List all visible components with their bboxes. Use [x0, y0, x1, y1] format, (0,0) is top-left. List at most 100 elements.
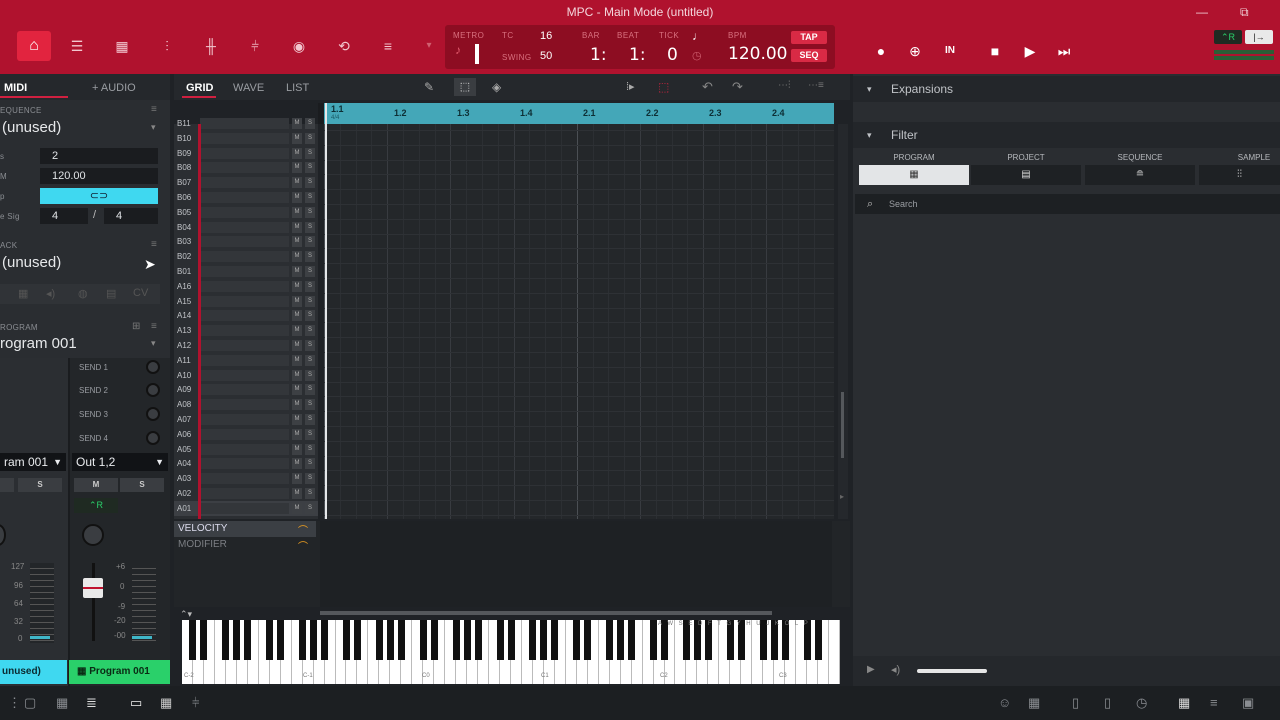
pad-mute-button[interactable]: M — [292, 473, 302, 485]
pad-mute-button[interactable]: M — [292, 221, 302, 233]
swing-value[interactable]: 50 — [540, 50, 552, 62]
automation-read-button[interactable]: ⌃R — [74, 498, 118, 513]
send-3-knob[interactable] — [146, 407, 160, 421]
pad-row[interactable]: A05 M S — [174, 442, 318, 457]
chevron-down-icon[interactable]: ▾ — [418, 36, 440, 56]
pad-bar[interactable] — [200, 280, 289, 292]
piano-black-key[interactable] — [573, 620, 581, 660]
pad-solo-button[interactable]: S — [305, 118, 315, 129]
mixer-icon[interactable]: ⫩ — [244, 36, 266, 56]
pad-solo-button[interactable]: S — [305, 266, 315, 277]
piano-black-key[interactable] — [529, 620, 537, 660]
pad-bar[interactable] — [200, 325, 289, 337]
looper-icon[interactable]: ⟲ — [333, 36, 355, 56]
restore-button[interactable]: ⧉ — [1240, 5, 1249, 20]
pad-solo-button[interactable]: S — [305, 221, 315, 233]
pad-mute-button[interactable]: M — [292, 251, 302, 263]
piano-black-key[interactable] — [540, 620, 548, 660]
automation-curve-icon[interactable]: ⌒ — [298, 538, 308, 553]
pad-solo-button[interactable]: S — [305, 414, 315, 425]
piano-black-key[interactable] — [397, 620, 405, 660]
pad-row[interactable]: A01 M S — [174, 500, 318, 516]
pad-bank-icon[interactable]: ▢ — [24, 695, 36, 711]
pad-bar[interactable] — [200, 384, 289, 396]
pad-mute-button[interactable]: M — [292, 147, 302, 159]
piano-black-key[interactable] — [266, 620, 274, 660]
pad-solo-button[interactable]: S — [305, 147, 315, 159]
pad-mute-button[interactable]: M — [292, 458, 302, 470]
tab-grid[interactable]: GRID — [186, 82, 214, 94]
piano-black-key[interactable] — [507, 620, 515, 660]
modifier-label[interactable]: MODIFIER — [178, 539, 227, 550]
piano-black-key[interactable] — [814, 620, 822, 660]
pad-solo-button[interactable]: S — [305, 473, 315, 485]
pad-solo-button[interactable]: S — [305, 236, 315, 248]
redo-icon[interactable]: ↷ — [732, 79, 743, 95]
program-strip-name[interactable]: ▦ Program 001 — [69, 660, 170, 684]
pad-mute-button[interactable]: M — [292, 384, 302, 396]
grid-view-icon[interactable]: ▦ — [1178, 695, 1190, 711]
cv-button[interactable]: CV — [133, 287, 148, 299]
pad-bar[interactable] — [200, 118, 289, 129]
pad-solo-button[interactable]: S — [305, 399, 315, 411]
tab-midi[interactable]: MIDI — [4, 82, 27, 94]
pad-row[interactable]: B06 M S — [174, 190, 318, 205]
pad-row[interactable]: B01 M S — [174, 264, 318, 279]
save-icon[interactable]: ▣ — [1242, 695, 1254, 711]
track-out-icon[interactable]: |→ — [1245, 30, 1273, 44]
pad-mute-button[interactable]: M — [292, 206, 302, 218]
piano-black-key[interactable] — [200, 620, 208, 660]
window-icon[interactable]: ▭ — [130, 695, 142, 711]
pad-bar[interactable] — [200, 295, 289, 307]
pad-row[interactable]: B04 M S — [174, 220, 318, 235]
piano-black-key[interactable] — [430, 620, 438, 660]
auto-read-badge[interactable]: ⌃R — [1214, 30, 1242, 44]
keys-icon[interactable]: ▤ — [106, 287, 116, 300]
keyboard-icon[interactable]: ▦ — [1028, 695, 1040, 711]
snap-icon[interactable]: ⁞▸ — [626, 80, 635, 93]
overdub-button[interactable]: ⊕ — [902, 38, 928, 64]
sequence-select[interactable]: (unused) — [2, 119, 61, 136]
pad-solo-button[interactable]: S — [305, 325, 315, 337]
zoom-vertical-icon[interactable]: ⋯≡ — [808, 80, 824, 91]
pad-bar[interactable] — [200, 428, 289, 440]
expansions-header[interactable]: ▾ Expansions — [853, 76, 1280, 102]
minimize-button[interactable]: — — [1196, 5, 1208, 19]
note-icon[interactable]: ♩ — [692, 29, 704, 43]
preview-volume-slider[interactable] — [917, 669, 987, 673]
left-strip-name[interactable]: unused) — [0, 660, 67, 684]
pad-bar[interactable] — [200, 177, 289, 189]
history-icon[interactable]: ◷ — [1136, 695, 1147, 711]
piano-black-key[interactable] — [650, 620, 658, 660]
pad-mute-button[interactable]: M — [292, 132, 302, 144]
pad-row[interactable]: A15 M S — [174, 294, 318, 309]
pad-bar[interactable] — [200, 488, 289, 499]
pad-mute-button[interactable]: M — [292, 488, 302, 499]
pad-bar[interactable] — [200, 206, 289, 218]
bpm-field[interactable]: 120.00 — [40, 168, 158, 184]
piano-black-key[interactable] — [474, 620, 482, 660]
pad-solo-button[interactable]: S — [305, 295, 315, 307]
pad-solo-button[interactable]: S — [305, 132, 315, 144]
bars-field[interactable]: 2 — [40, 148, 158, 164]
keyboard-view-icon[interactable]: ⌃▾ — [180, 609, 192, 620]
pad-solo-button[interactable]: S — [305, 177, 315, 189]
pad-mute-button[interactable]: M — [292, 340, 302, 351]
pad-bar[interactable] — [200, 458, 289, 470]
pad-solo-button[interactable]: S — [305, 280, 315, 292]
stop-button[interactable]: ■ — [982, 38, 1008, 64]
filter-program-button[interactable]: ▦ — [859, 165, 969, 185]
volume-icon[interactable]: ◂) — [891, 663, 900, 676]
menu-icon[interactable]: ≡ — [151, 104, 157, 115]
pad-bar[interactable] — [200, 414, 289, 425]
pad-solo-button[interactable]: S — [305, 369, 315, 381]
send-2-knob[interactable] — [146, 383, 160, 397]
loop-toggle[interactable]: ⊂⊃ — [40, 188, 158, 204]
filter-project-button[interactable]: ▤ — [971, 165, 1081, 185]
left-output-select[interactable]: ram 001 ▼ — [0, 453, 66, 471]
pad-bar[interactable] — [200, 221, 289, 233]
pad-row[interactable]: A14 M S — [174, 308, 318, 323]
pad-solo-button[interactable]: S — [305, 502, 315, 514]
play-icon[interactable]: ▶ — [867, 664, 875, 675]
pad-bar[interactable] — [200, 192, 289, 203]
